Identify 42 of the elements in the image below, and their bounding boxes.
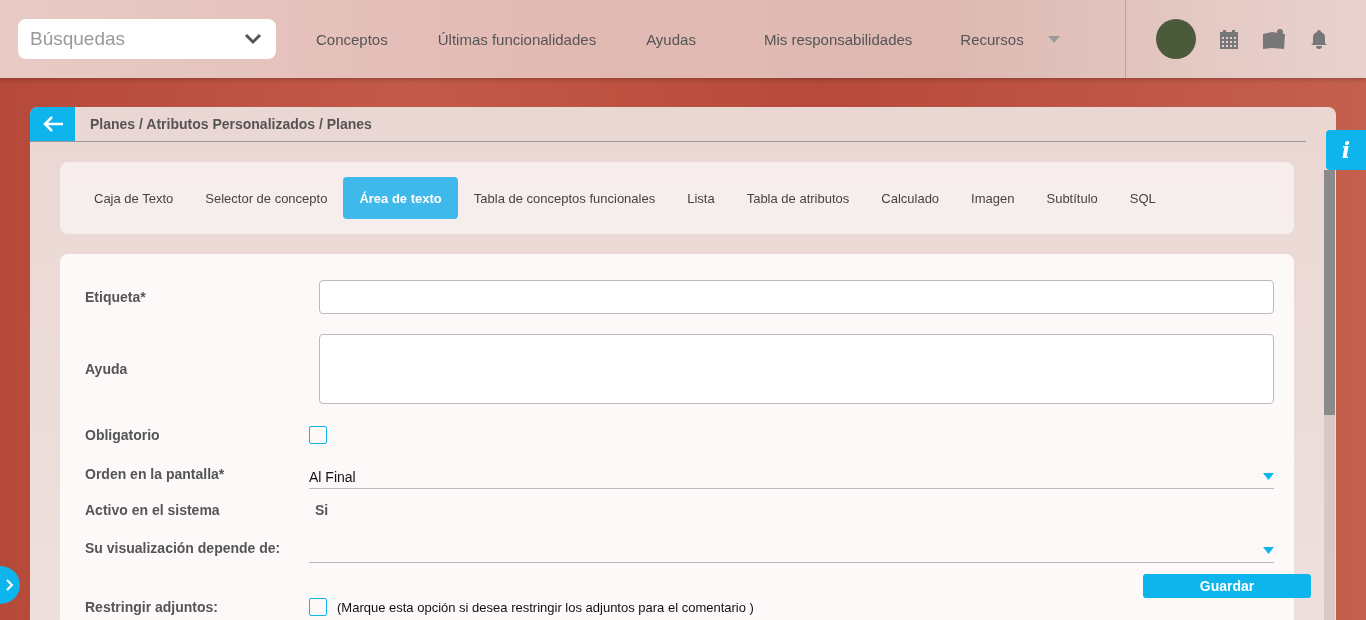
hint-text: (Marque esta opción si desea restringir los adjuntos para el comentario ) xyxy=(337,599,754,615)
field-value: Si xyxy=(315,502,329,518)
chevron-right-icon xyxy=(6,579,14,591)
nav-link[interactable]: Últimas funcionalidades xyxy=(437,30,597,48)
dropdown-caret-icon xyxy=(1263,473,1274,480)
tab[interactable]: Selector de concepto xyxy=(189,177,344,219)
tab[interactable]: Caja de Texto xyxy=(78,177,190,219)
note-pin-icon[interactable] xyxy=(1262,29,1286,49)
field-label: Obligatorio xyxy=(85,427,161,443)
nav-link[interactable]: Recursos xyxy=(960,30,1024,48)
nav-link[interactable]: Mis responsabilidades xyxy=(763,30,913,48)
scrollbar[interactable] xyxy=(1324,170,1335,620)
tab[interactable]: Calculado xyxy=(865,177,956,219)
nav-link[interactable]: Conceptos xyxy=(316,30,388,48)
field-label: Su visualización depende de: xyxy=(85,540,282,556)
tab[interactable]: Subtítulo xyxy=(1030,177,1114,219)
checkbox[interactable] xyxy=(309,598,327,616)
input-field[interactable] xyxy=(319,280,1274,314)
back-button[interactable] xyxy=(30,107,75,141)
tab[interactable]: Tabla de conceptos funcionales xyxy=(457,177,672,219)
dropdown-caret-icon xyxy=(1263,547,1274,554)
calendar-icon[interactable] xyxy=(1220,29,1238,49)
checkbox[interactable] xyxy=(309,426,327,444)
select-field[interactable]: Al Final xyxy=(309,465,1274,489)
text-area[interactable] xyxy=(319,334,1274,404)
tab[interactable]: Tabla de atributos xyxy=(730,177,866,219)
field-label: Orden en la pantalla* xyxy=(85,466,226,482)
tab[interactable]: SQL xyxy=(1113,177,1172,219)
field-label: Activo en el sistema xyxy=(85,502,221,518)
arrow-left-icon xyxy=(41,115,64,133)
tab[interactable]: Imagen xyxy=(955,177,1031,219)
chevron-down-icon xyxy=(244,33,262,45)
search-field[interactable]: Búsquedas xyxy=(18,19,276,59)
avatar[interactable] xyxy=(1156,19,1196,59)
breadcrumb: Planes / Atributos Personalizados / Planes xyxy=(90,116,372,132)
nav-link[interactable]: Ayudas xyxy=(646,30,696,48)
tab[interactable]: Lista xyxy=(671,177,731,219)
bell-icon[interactable] xyxy=(1310,29,1328,49)
field-label: Restringir adjuntos: xyxy=(85,599,219,615)
field-label: Etiqueta* xyxy=(85,289,147,305)
field-label: Ayuda xyxy=(85,361,129,377)
dropdown-caret-icon[interactable] xyxy=(1047,35,1060,43)
